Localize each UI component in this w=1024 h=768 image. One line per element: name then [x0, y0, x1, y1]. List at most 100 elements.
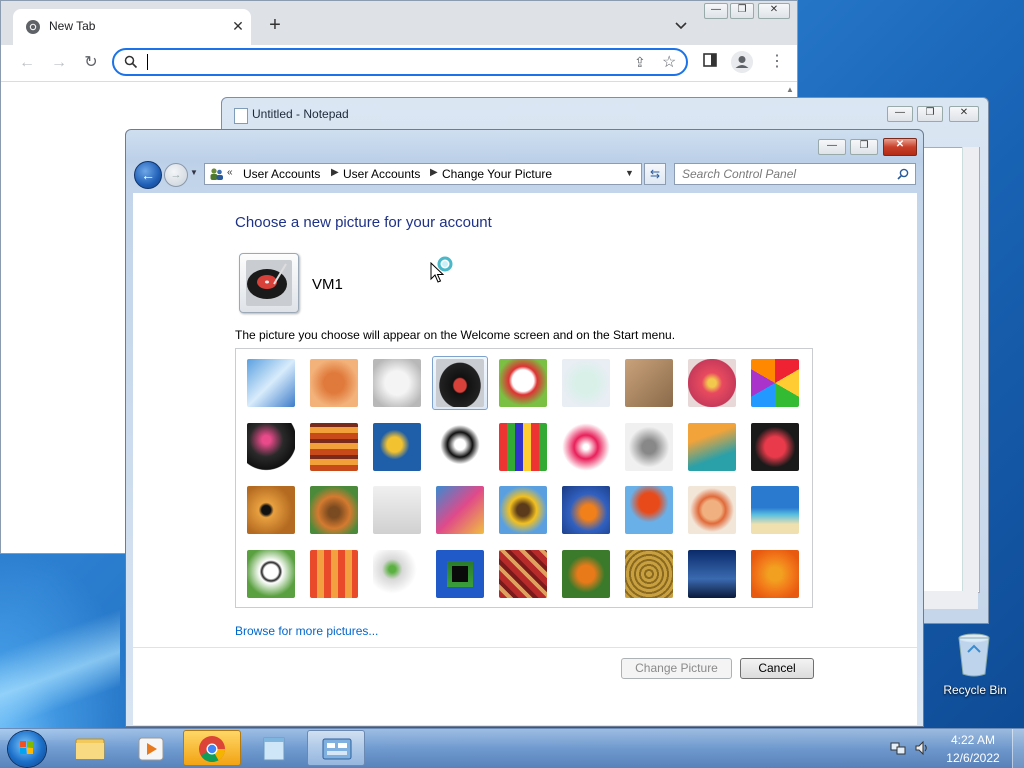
forward-arrow-icon[interactable]: →	[47, 51, 71, 75]
taskbar-explorer-button[interactable]	[61, 730, 119, 766]
back-arrow-icon[interactable]: ←	[134, 161, 162, 189]
clock-time[interactable]: 4:22 AM	[944, 733, 1002, 747]
cp-maximize-button[interactable]: ❐	[850, 139, 878, 155]
picture-tile-gyroscope[interactable]	[562, 359, 610, 407]
picture-tile-dog[interactable]	[436, 422, 484, 471]
text-caret	[147, 54, 148, 70]
notepad-vertical-scrollbar[interactable]	[962, 147, 979, 591]
breadcrumb-overflow-icon[interactable]: «	[227, 167, 233, 178]
forward-arrow-icon[interactable]: →	[164, 163, 188, 187]
picture-tile-textiles[interactable]	[310, 549, 358, 598]
chrome-minimize-button[interactable]: —	[704, 3, 728, 19]
close-tab-icon[interactable]: ✕	[229, 17, 247, 35]
recent-pages-chevron-icon[interactable]: ▼	[190, 168, 198, 177]
picture-tile-fish[interactable]	[562, 486, 610, 534]
search-placeholder: Search Control Panel	[682, 167, 797, 181]
picture-tile-kitten[interactable]	[625, 359, 673, 407]
picture-tile-marbles[interactable]	[373, 549, 421, 598]
address-bar[interactable]: ⇪ ☆	[112, 48, 688, 76]
picture-tile-jacks[interactable]	[625, 422, 673, 471]
chrome-logo-icon	[199, 736, 226, 762]
picture-tile-lucky-cat[interactable]	[499, 359, 547, 407]
notepad-maximize-button[interactable]: ❐	[917, 106, 943, 122]
chrome-tab-new-tab[interactable]: New Tab ✕	[13, 9, 251, 45]
breadcrumb-item-user-accounts-2[interactable]: User Accounts	[343, 167, 420, 181]
notepad-horizontal-scrollbar[interactable]	[922, 591, 978, 609]
picture-tile-crayons[interactable]	[499, 422, 547, 471]
recycle-bin-label[interactable]: Recycle Bin	[938, 683, 1012, 697]
breadcrumb[interactable]: « User Accounts ▶ User Accounts ▶ Change…	[204, 163, 642, 185]
picture-tile-robot-dog[interactable]	[373, 359, 421, 407]
picture-tile-scarves[interactable]	[436, 486, 484, 534]
side-panel-icon[interactable]	[703, 53, 717, 67]
taskbar-notepad-button[interactable]	[245, 730, 303, 766]
notepad-minimize-button[interactable]: —	[887, 106, 913, 122]
picture-tile-flower[interactable]	[688, 359, 736, 407]
cancel-button[interactable]: Cancel	[740, 658, 814, 679]
picture-tile-sailboat[interactable]	[751, 486, 799, 534]
scroll-up-arrow-icon[interactable]: ▲	[786, 85, 794, 94]
browse-more-pictures-link[interactable]: Browse for more pictures...	[235, 624, 378, 638]
breadcrumb-arrow-icon[interactable]: ▶	[331, 167, 339, 178]
network-icon[interactable]	[890, 740, 906, 756]
search-control-panel-input[interactable]: Search Control Panel	[674, 163, 916, 185]
breadcrumb-item-user-accounts[interactable]: User Accounts	[243, 167, 320, 181]
chrome-maximize-button[interactable]: ❐	[730, 3, 754, 19]
picture-tile-basket[interactable]	[625, 549, 673, 598]
notepad-close-button[interactable]: ✕	[949, 106, 979, 122]
picture-tile-starfish[interactable]	[310, 359, 358, 407]
picture-tile-steps[interactable]	[688, 422, 736, 471]
picture-tile-turntable[interactable]	[436, 359, 484, 407]
profile-avatar-icon[interactable]	[731, 51, 753, 73]
picture-tile-soccer-ball[interactable]	[247, 549, 295, 598]
picture-tile-pomeranian[interactable]	[310, 486, 358, 534]
taskbar-control-panel-button[interactable]	[307, 730, 365, 766]
notepad-icon	[234, 108, 248, 124]
cp-minimize-button[interactable]: —	[818, 139, 846, 155]
picture-tile-star-lantern[interactable]	[562, 422, 610, 471]
show-desktop-button[interactable]	[1012, 729, 1024, 768]
change-picture-button[interactable]: Change Picture	[621, 658, 732, 679]
picture-tile-butterfly[interactable]	[562, 549, 610, 598]
picture-tile-lighthouse[interactable]	[688, 549, 736, 598]
picture-tile-paper-crane[interactable]	[751, 422, 799, 471]
picture-tile-window[interactable]	[436, 549, 484, 598]
picture-tile-guitar[interactable]	[247, 486, 295, 534]
picture-tile-robot[interactable]	[373, 486, 421, 534]
picture-tile-ornament[interactable]	[688, 486, 736, 534]
reload-icon[interactable]: ↻	[79, 51, 103, 75]
change-picture-panel: Choose a new picture for your account VM…	[133, 193, 917, 725]
divider	[133, 647, 917, 648]
volume-icon[interactable]	[914, 740, 930, 756]
kebab-menu-icon[interactable]: ⋮	[769, 51, 785, 71]
taskbar-chrome-button[interactable]	[183, 730, 241, 766]
tab-search-chevron-icon[interactable]	[673, 17, 689, 33]
share-icon[interactable]: ⇪	[634, 54, 646, 71]
cp-close-button[interactable]: ✕	[883, 138, 917, 156]
busy-spinner-icon	[437, 256, 453, 272]
picture-tile-pinwheel[interactable]	[751, 359, 799, 407]
picture-tile-leaf[interactable]	[373, 422, 421, 471]
bookmark-star-icon[interactable]: ☆	[662, 52, 676, 72]
chrome-close-button[interactable]: ✕	[758, 3, 790, 19]
picture-tile-rug[interactable]	[499, 549, 547, 598]
picture-tile-fabric[interactable]	[310, 422, 358, 471]
breadcrumb-item-change-your-picture[interactable]: Change Your Picture	[442, 167, 552, 181]
breadcrumb-arrow-icon[interactable]: ▶	[430, 167, 438, 178]
clock-date[interactable]: 12/6/2022	[944, 751, 1002, 765]
picture-tile-rollercoaster[interactable]	[247, 359, 295, 407]
notepad-title: Untitled - Notepad	[252, 107, 349, 121]
start-button[interactable]	[8, 731, 46, 767]
search-icon[interactable]	[897, 168, 909, 180]
refresh-icon[interactable]: ⇆	[644, 163, 666, 185]
picture-tile-sunflower[interactable]	[499, 486, 547, 534]
taskbar-media-player-button[interactable]	[122, 730, 180, 766]
back-arrow-icon[interactable]: ←	[15, 51, 39, 75]
address-dropdown-icon[interactable]: ▼	[625, 168, 634, 178]
control-panel-window[interactable]: — ❐ ✕ ← → ▼ « User Accounts ▶ User Accou…	[125, 129, 924, 727]
picture-tile-orange-flower[interactable]	[751, 549, 799, 598]
recycle-bin-icon[interactable]	[956, 632, 992, 678]
picture-tile-ball[interactable]	[247, 422, 295, 471]
picture-tile-hot-air-balloon[interactable]	[625, 486, 673, 534]
new-tab-button[interactable]: +	[265, 15, 285, 35]
